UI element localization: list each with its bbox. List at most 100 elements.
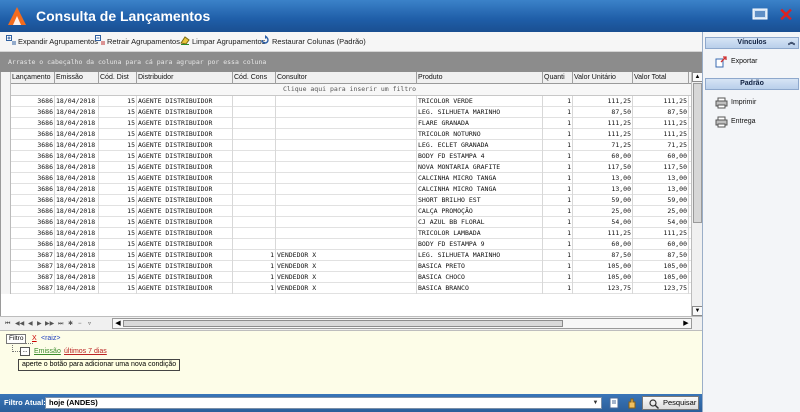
table-cell[interactable]: AGENTE DISTRIBUIDOR	[137, 184, 233, 195]
table-cell[interactable]: 59,00	[573, 195, 633, 206]
table-cell[interactable]: 15	[99, 250, 137, 261]
table-cell[interactable]: 18/04/2018	[55, 173, 99, 184]
table-row[interactable]: 3686 18/04/2018 15 AGENTE DISTRIBUIDOR BODY …	[1, 151, 691, 162]
table-cell[interactable]: FLARE GRANADA	[417, 118, 543, 129]
add-condition-button[interactable]: ...	[20, 347, 30, 356]
table-cell[interactable]: 105,00	[573, 272, 633, 283]
table-cell[interactable]: 59,00	[633, 195, 689, 206]
table-cell[interactable]: 15	[99, 184, 137, 195]
table-cell[interactable]: 87,50	[573, 250, 633, 261]
table-cell[interactable]: 1	[543, 195, 573, 206]
table-cell[interactable]: 1	[233, 261, 276, 272]
document-icon[interactable]	[608, 397, 620, 409]
table-cell[interactable]: 18/04/2018	[55, 283, 99, 294]
row-indicator[interactable]	[1, 283, 11, 294]
table-cell[interactable]: 18/04/2018	[55, 261, 99, 272]
table-row[interactable]: 3686 18/04/2018 15 AGENTE DISTRIBUIDOR LEG. …	[1, 107, 691, 118]
table-cell[interactable]: BODY FD ESTAMPA 4	[417, 151, 543, 162]
table-cell[interactable]: 111,25	[633, 228, 689, 239]
collapse-groups-button[interactable]: Retrair Agrupamentos	[95, 35, 180, 49]
table-cell[interactable]: 15	[99, 173, 137, 184]
table-cell[interactable]: 3686	[11, 184, 55, 195]
table-cell[interactable]: 1	[543, 250, 573, 261]
table-cell[interactable]: 54,00	[633, 217, 689, 228]
column-header[interactable]: Distribuidor	[137, 72, 233, 84]
row-indicator[interactable]	[1, 206, 11, 217]
table-cell[interactable]: BODY FD ESTAMPA 9	[417, 239, 543, 250]
table-cell[interactable]: 18/04/2018	[55, 206, 99, 217]
table-cell[interactable]: 1	[543, 217, 573, 228]
table-cell[interactable]	[233, 195, 276, 206]
table-cell[interactable]: 1	[543, 239, 573, 250]
table-cell[interactable]: 105,00	[633, 272, 689, 283]
row-indicator[interactable]	[1, 129, 11, 140]
table-cell[interactable]: 15	[99, 217, 137, 228]
table-cell[interactable]: 1	[543, 140, 573, 151]
clear-groups-button[interactable]: Limpar Agrupamentos	[180, 35, 265, 49]
table-cell[interactable]	[233, 129, 276, 140]
table-cell[interactable]: 60,00	[633, 151, 689, 162]
column-header[interactable]: Emissão	[55, 72, 99, 84]
table-cell[interactable]: 1	[543, 162, 573, 173]
table-cell[interactable]: BASICA CHOCO	[417, 272, 543, 283]
header-corner[interactable]	[1, 72, 11, 84]
table-cell[interactable]: SHORT BRILHO EST	[417, 195, 543, 206]
row-indicator[interactable]	[1, 140, 11, 151]
table-cell[interactable]: 1	[543, 107, 573, 118]
table-cell[interactable]: 25,00	[633, 206, 689, 217]
table-cell[interactable]: 15	[99, 140, 137, 151]
table-cell[interactable]: 15	[99, 239, 137, 250]
table-cell[interactable]: 3686	[11, 107, 55, 118]
table-cell[interactable]: 15	[99, 206, 137, 217]
vertical-scrollbar[interactable]: ▲ ▼	[691, 72, 702, 316]
table-cell[interactable]: 1	[543, 184, 573, 195]
filter-root-node[interactable]: <raiz>	[41, 335, 60, 343]
table-row[interactable]: 3686 18/04/2018 15 AGENTE DISTRIBUIDOR FLARE…	[1, 118, 691, 129]
table-cell[interactable]: 3686	[11, 173, 55, 184]
table-cell[interactable]: 1	[543, 283, 573, 294]
table-row[interactable]: 3686 18/04/2018 15 AGENTE DISTRIBUIDOR SHORT…	[1, 195, 691, 206]
scroll-down-icon[interactable]: ▼	[692, 306, 702, 316]
table-cell[interactable]: 3686	[11, 118, 55, 129]
table-cell[interactable]: 123,75	[633, 283, 689, 294]
table-cell[interactable]	[276, 162, 417, 173]
table-cell[interactable]: 15	[99, 261, 137, 272]
table-cell[interactable]: 111,25	[573, 129, 633, 140]
table-cell[interactable]: AGENTE DISTRIBUIDOR	[137, 140, 233, 151]
table-row[interactable]: 3686 18/04/2018 15 AGENTE DISTRIBUIDOR NOVA …	[1, 162, 691, 173]
table-row[interactable]: 3687 18/04/2018 15 AGENTE DISTRIBUIDOR 1 VEND…	[1, 261, 691, 272]
row-indicator[interactable]	[1, 151, 11, 162]
row-indicator[interactable]	[1, 195, 11, 206]
column-header[interactable]: Cód. Dist	[99, 72, 137, 84]
table-cell[interactable]	[276, 107, 417, 118]
nav-prev-icon[interactable]: ◀	[28, 320, 33, 328]
row-indicator[interactable]	[1, 272, 11, 283]
nav-first-icon[interactable]: ⏮	[5, 320, 10, 328]
table-cell[interactable]: LEG. ECLET GRANADA	[417, 140, 543, 151]
table-cell[interactable]: LEG. SILHUETA MARINHO	[417, 250, 543, 261]
condition-value[interactable]: últimos 7 dias	[64, 348, 107, 356]
table-cell[interactable]: 15	[99, 96, 137, 107]
table-cell[interactable]: 15	[99, 151, 137, 162]
table-cell[interactable]: 3686	[11, 228, 55, 239]
table-cell[interactable]	[276, 206, 417, 217]
table-cell[interactable]	[233, 162, 276, 173]
chevron-up-icon[interactable]: ︽	[788, 38, 795, 48]
row-indicator[interactable]	[1, 96, 11, 107]
table-cell[interactable]: AGENTE DISTRIBUIDOR	[137, 107, 233, 118]
table-row[interactable]: 3686 18/04/2018 15 AGENTE DISTRIBUIDOR CALCI…	[1, 184, 691, 195]
close-icon[interactable]: ✕	[778, 6, 794, 24]
table-cell[interactable]	[233, 140, 276, 151]
table-cell[interactable]: 111,25	[573, 96, 633, 107]
table-cell[interactable]: AGENTE DISTRIBUIDOR	[137, 129, 233, 140]
table-row[interactable]: 3686 18/04/2018 15 AGENTE DISTRIBUIDOR TRICO…	[1, 228, 691, 239]
row-indicator[interactable]	[1, 250, 11, 261]
table-cell[interactable]: 18/04/2018	[55, 184, 99, 195]
row-indicator[interactable]	[1, 173, 11, 184]
table-cell[interactable]: 1	[543, 129, 573, 140]
row-indicator[interactable]	[1, 261, 11, 272]
table-cell[interactable]: 111,25	[633, 118, 689, 129]
table-cell[interactable]: AGENTE DISTRIBUIDOR	[137, 217, 233, 228]
table-cell[interactable]: VENDEDOR X	[276, 250, 417, 261]
nav-prev-page-icon[interactable]: ◀◀	[15, 320, 24, 328]
